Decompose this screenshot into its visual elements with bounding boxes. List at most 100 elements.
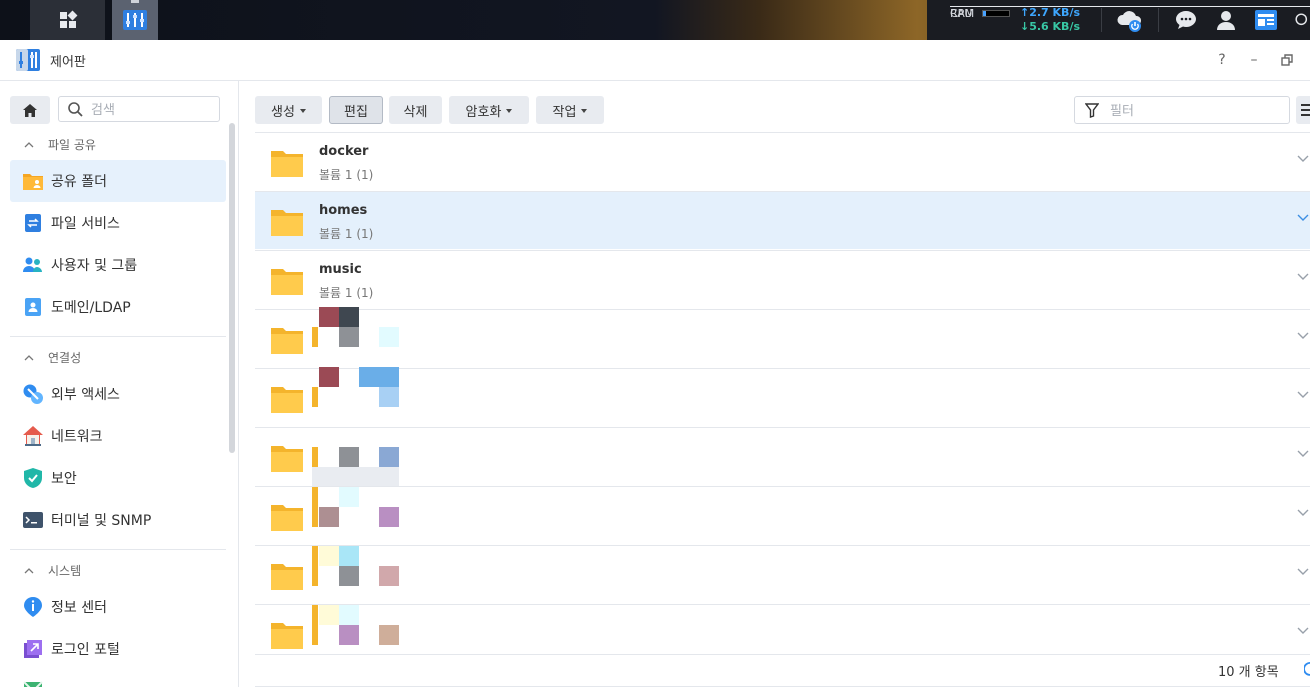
view-mode-button[interactable]: [1296, 96, 1310, 124]
sidebar-item-label: 사용자 및 그룹: [51, 258, 138, 274]
sidebar-item-label: 공유 폴더: [51, 174, 107, 190]
minimize-icon: –: [1250, 52, 1258, 68]
folder-row-redacted[interactable]: [255, 545, 1310, 603]
redacted-block: [319, 367, 339, 387]
sidebar-item-external-access[interactable]: 외부 액세스: [10, 373, 226, 415]
action-button[interactable]: 작업: [536, 96, 604, 124]
search-button[interactable]: [1294, 8, 1310, 32]
theme-icon: [22, 680, 44, 687]
chevron-down-icon[interactable]: [1297, 568, 1309, 576]
folder-volume: 볼륨 1 (1): [319, 286, 374, 300]
help-button[interactable]: ?: [1212, 50, 1232, 70]
redacted-block: [339, 327, 359, 347]
folder-icon: [271, 387, 303, 413]
sidebar-scrollbar[interactable]: [229, 123, 235, 453]
folder-icon: [271, 505, 303, 531]
redacted-block: [379, 566, 399, 586]
sidebar-item-partial[interactable]: [10, 670, 226, 687]
chevron-down-icon[interactable]: [1297, 155, 1309, 163]
redacted-block: [379, 327, 399, 347]
home-icon: [23, 103, 37, 117]
chevron-down-icon[interactable]: [1297, 509, 1309, 517]
sidebar-item-terminal-snmp[interactable]: 터미널 및 SNMP: [10, 499, 226, 541]
sidebar-item-network[interactable]: 네트워크: [10, 415, 226, 457]
chevron-down-icon[interactable]: [1297, 214, 1309, 222]
section-connectivity[interactable]: 연결성: [10, 342, 226, 372]
restore-button[interactable]: [1277, 50, 1297, 70]
domain-icon: [22, 296, 44, 318]
help-icon: ?: [1218, 52, 1226, 68]
ram-bar: [982, 10, 1010, 17]
search-icon: [68, 102, 83, 117]
redacted-block: [339, 605, 359, 625]
redacted-block: [312, 447, 318, 467]
sidebar-search-input[interactable]: [89, 100, 213, 120]
redacted-block: [339, 307, 359, 327]
notifications-button[interactable]: [1174, 8, 1198, 32]
sidebar: 파일 공유 공유 폴더 파일 서비스 사용자 및 그룹 도메인/LDAP 연결성: [0, 81, 239, 687]
sidebar-item-file-services[interactable]: 파일 서비스: [10, 202, 226, 244]
section-system[interactable]: 시스템: [10, 555, 226, 585]
folder-row-redacted[interactable]: [255, 427, 1310, 487]
chevron-down-icon[interactable]: [1297, 273, 1309, 281]
cloud-power-icon: [1117, 11, 1142, 32]
caret-down-icon: [581, 109, 588, 113]
redacted-block: [312, 327, 318, 347]
widgets-button[interactable]: [1254, 8, 1278, 32]
home-button[interactable]: [10, 96, 50, 124]
redacted-block: [339, 447, 359, 467]
redacted-block: [339, 625, 359, 645]
section-title: 시스템: [48, 563, 82, 578]
redacted-block: [379, 387, 399, 407]
folder-row-docker[interactable]: docker 볼륨 1 (1): [255, 132, 1310, 190]
redacted-block: [312, 605, 318, 645]
sidebar-item-domain-ldap[interactable]: 도메인/LDAP: [10, 286, 226, 328]
sidebar-item-users-groups[interactable]: 사용자 및 그룹: [10, 244, 226, 286]
folder-row-music[interactable]: music 볼륨 1 (1): [255, 250, 1310, 308]
minimize-button[interactable]: –: [1244, 50, 1264, 70]
edit-button[interactable]: 편집: [329, 96, 383, 124]
sidebar-item-security[interactable]: 보안: [10, 457, 226, 499]
sidebar-item-shared-folder[interactable]: 공유 폴더: [10, 160, 226, 202]
chevron-down-icon[interactable]: [1297, 391, 1309, 399]
filter-input[interactable]: [1108, 101, 1282, 121]
redacted-block: [319, 307, 339, 327]
create-button[interactable]: 생성: [255, 96, 322, 124]
folder-row-redacted[interactable]: [255, 486, 1310, 544]
sidebar-item-login-portal[interactable]: 로그인 포털: [10, 628, 226, 670]
create-label: 생성: [271, 104, 295, 120]
redacted-block: [339, 546, 359, 566]
user-menu-button[interactable]: [1214, 8, 1238, 32]
sidebar-item-label: 파일 서비스: [51, 216, 120, 232]
folder-row-redacted[interactable]: [255, 307, 1310, 367]
sidebar-item-label: 로그인 포털: [51, 642, 120, 658]
taskbar: CPU RAM ↑2.7 KB/s ↓5.6 KB/s: [0, 0, 1310, 40]
external-access-icon: [22, 383, 44, 405]
folder-volume: 볼륨 1 (1): [319, 227, 374, 241]
section-file-sharing[interactable]: 파일 공유: [10, 129, 226, 159]
redacted-block: [339, 487, 359, 507]
chevron-down-icon[interactable]: [1297, 450, 1309, 458]
folder-volume: 볼륨 1 (1): [319, 168, 374, 182]
main-menu-button[interactable]: [30, 0, 105, 40]
sidebar-search: [58, 96, 220, 122]
control-panel-app-icon: [16, 49, 40, 71]
apps-grid-icon: [59, 10, 77, 28]
folder-row-redacted[interactable]: [255, 367, 1310, 426]
network-speed[interactable]: ↑2.7 KB/s ↓5.6 KB/s: [1020, 6, 1080, 34]
chevron-down-icon[interactable]: [1297, 332, 1309, 340]
filter-funnel-icon: [1085, 103, 1099, 118]
upload-speed: 2.7 KB/s: [1029, 6, 1081, 19]
chevron-down-icon[interactable]: [1297, 627, 1309, 635]
folder-row-homes[interactable]: homes 볼륨 1 (1): [255, 191, 1310, 249]
cloud-sync-button[interactable]: [1116, 8, 1144, 32]
taskbar-control-panel-button[interactable]: [112, 0, 158, 40]
encrypt-button[interactable]: 암호화: [449, 96, 529, 124]
upload-arrow-icon: ↑: [1020, 6, 1030, 19]
caret-down-icon: [299, 109, 306, 113]
delete-button[interactable]: 삭제: [389, 96, 442, 124]
tray-separator: [1101, 8, 1102, 32]
filter-field: [1074, 96, 1290, 124]
sidebar-item-info-center[interactable]: 정보 센터: [10, 586, 226, 628]
refresh-icon[interactable]: [1304, 661, 1310, 677]
